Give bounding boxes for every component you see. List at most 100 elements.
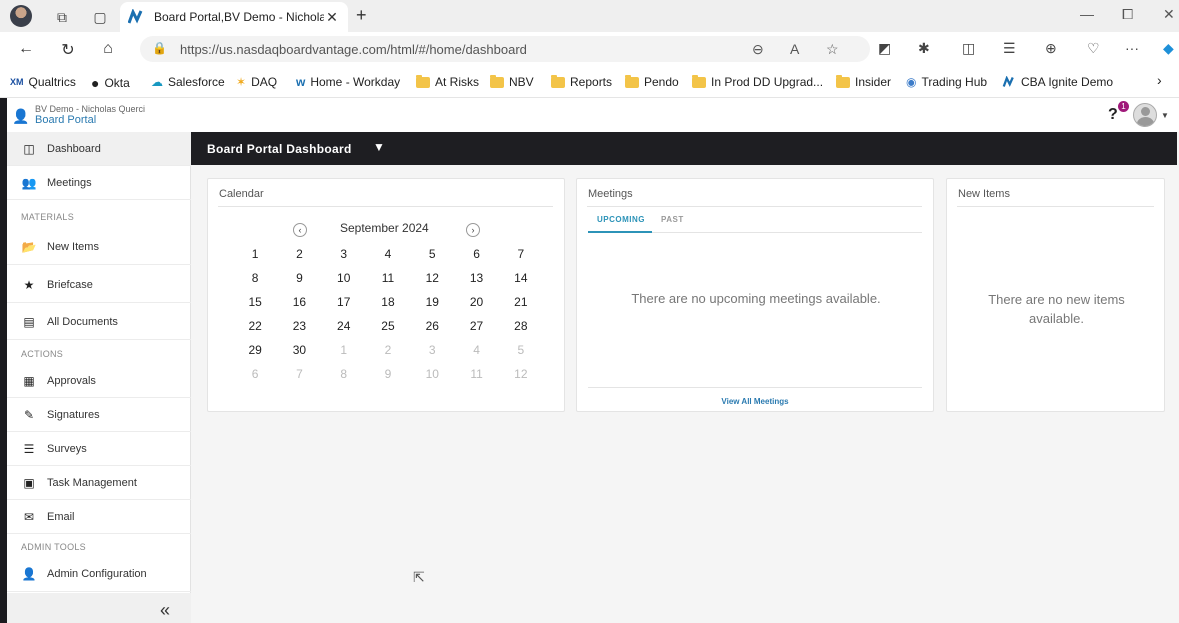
sidebar-item-admin-configuration[interactable]: 👤 Admin Configuration	[7, 556, 191, 592]
calendar-day[interactable]: 24	[322, 317, 366, 341]
new-tab-icon[interactable]: +	[356, 5, 367, 26]
calendar-day[interactable]: 15	[233, 293, 277, 317]
sidebar-item-briefcase[interactable]: ★ Briefcase	[7, 267, 191, 303]
zoom-icon[interactable]: ⊖	[752, 41, 764, 58]
collapse-sidebar-icon[interactable]: «	[160, 600, 170, 621]
calendar-day[interactable]: 27	[454, 317, 498, 341]
calendar-day[interactable]: 14	[499, 269, 543, 293]
calendar-day[interactable]: 8	[233, 269, 277, 293]
url-text[interactable]: https://us.nasdaqboardvantage.com/html/#…	[180, 42, 527, 57]
calendar-day[interactable]: 22	[233, 317, 277, 341]
minimize-icon[interactable]: —	[1080, 6, 1094, 22]
restore-icon[interactable]: ⧠	[1122, 6, 1133, 23]
copilot-icon[interactable]: ◆	[1163, 40, 1174, 57]
calendar-day[interactable]: 10	[410, 365, 454, 389]
back-icon[interactable]: ←	[16, 40, 36, 58]
browser-profile-avatar[interactable]	[10, 5, 32, 27]
heartbeat-icon[interactable]: ♡	[1087, 40, 1100, 57]
next-month-icon[interactable]: ›	[466, 223, 480, 237]
calendar-day[interactable]: 2	[277, 245, 321, 269]
calendar-day[interactable]: 3	[322, 245, 366, 269]
calendar-day[interactable]: 19	[410, 293, 454, 317]
portal-name[interactable]: Board Portal	[35, 114, 96, 126]
bookmark-qualtrics[interactable]: XM Qualtrics	[10, 75, 76, 89]
sidebar-item-signatures[interactable]: ✎ Signatures	[7, 398, 191, 432]
calendar-day[interactable]: 8	[322, 365, 366, 389]
calendar-day[interactable]: 6	[233, 365, 277, 389]
calendar-day[interactable]: 29	[233, 341, 277, 365]
calendar-day[interactable]: 10	[322, 269, 366, 293]
collections-icon[interactable]: ⊕	[1045, 40, 1057, 57]
bookmark-reports[interactable]: Reports	[551, 74, 612, 89]
bookmark-trading-hub[interactable]: ◉ Trading Hub	[906, 75, 987, 89]
sidebar-item-approvals[interactable]: ▦ Approvals	[7, 364, 191, 398]
tab-past[interactable]: PAST	[661, 215, 684, 224]
bookmark-cba-ignite[interactable]: CBA Ignite Demo	[1002, 75, 1113, 89]
bookmark-okta[interactable]: ● Okta	[91, 75, 130, 91]
calendar-day[interactable]: 17	[322, 293, 366, 317]
view-all-meetings-link[interactable]: View All Meetings	[577, 397, 933, 406]
help-icon[interactable]: ?	[1108, 106, 1118, 124]
bookmark-at-risks[interactable]: At Risks	[416, 74, 479, 89]
calendar-day[interactable]: 9	[277, 269, 321, 293]
calendar-day[interactable]: 13	[454, 269, 498, 293]
read-aloud-icon[interactable]: A	[790, 41, 799, 57]
sidebar-item-dashboard[interactable]: ◫ Dashboard	[7, 132, 191, 166]
calendar-day[interactable]: 5	[499, 341, 543, 365]
calendar-day[interactable]: 5	[410, 245, 454, 269]
calendar-day[interactable]: 2	[366, 341, 410, 365]
sidebar-item-surveys[interactable]: ☰ Surveys	[7, 432, 191, 466]
calendar-day[interactable]: 9	[366, 365, 410, 389]
user-icon[interactable]: 👤	[12, 108, 29, 125]
address-bar[interactable]: 🔒 https://us.nasdaqboardvantage.com/html…	[140, 36, 870, 62]
bookmark-in-prod-dd[interactable]: In Prod DD Upgrad...	[692, 74, 823, 89]
calendar-day[interactable]: 6	[454, 245, 498, 269]
home-icon[interactable]: ⌂	[98, 40, 118, 58]
calendar-day[interactable]: 12	[410, 269, 454, 293]
calendar-day[interactable]: 21	[499, 293, 543, 317]
lock-icon[interactable]: 🔒	[152, 41, 167, 55]
calendar-day[interactable]: 4	[454, 341, 498, 365]
calendar-day[interactable]: 16	[277, 293, 321, 317]
calendar-day[interactable]: 12	[499, 365, 543, 389]
prev-month-icon[interactable]: ‹	[293, 223, 307, 237]
favorites-icon[interactable]: ☰	[1003, 40, 1016, 57]
close-window-icon[interactable]: ✕	[1163, 6, 1175, 23]
calendar-day[interactable]: 18	[366, 293, 410, 317]
calendar-day[interactable]: 20	[454, 293, 498, 317]
sidebar-item-email[interactable]: ✉ Email	[7, 500, 191, 534]
calendar-day[interactable]: 11	[366, 269, 410, 293]
bookmark-nbv[interactable]: NBV	[490, 74, 534, 89]
favorite-star-icon[interactable]: ☆	[826, 41, 839, 58]
calendar-day[interactable]: 25	[366, 317, 410, 341]
sidebar-item-all-documents[interactable]: ▤ All Documents	[7, 304, 191, 340]
workspaces-icon[interactable]: ⧉	[51, 6, 73, 28]
extension-1-icon[interactable]: ◩	[878, 40, 891, 57]
bookmarks-overflow-icon[interactable]: ›	[1157, 72, 1162, 88]
profile-caret-icon[interactable]: ▼	[1161, 111, 1169, 120]
bookmark-workday[interactable]: w Home - Workday	[296, 75, 400, 89]
calendar-day[interactable]: 1	[322, 341, 366, 365]
bookmark-daq[interactable]: ✶ DAQ	[236, 75, 277, 89]
calendar-day[interactable]: 23	[277, 317, 321, 341]
calendar-day[interactable]: 4	[366, 245, 410, 269]
refresh-icon[interactable]: ↻	[58, 40, 78, 60]
calendar-day[interactable]: 7	[277, 365, 321, 389]
calendar-day[interactable]: 30	[277, 341, 321, 365]
calendar-day[interactable]: 3	[410, 341, 454, 365]
sidebar-item-meetings[interactable]: 👥 Meetings	[7, 166, 191, 200]
tab-upcoming[interactable]: UPCOMING	[597, 215, 645, 224]
profile-avatar[interactable]	[1133, 103, 1157, 127]
bookmark-salesforce[interactable]: ☁ Salesforce	[151, 75, 225, 89]
sidebar-item-new-items[interactable]: 📂 New Items	[7, 229, 191, 265]
calendar-day[interactable]: 7	[499, 245, 543, 269]
dashboard-dropdown-icon[interactable]: ▼	[373, 140, 385, 154]
calendar-day[interactable]: 26	[410, 317, 454, 341]
browser-tab-active[interactable]: Board Portal,BV Demo - Nicholas ✕	[120, 2, 348, 32]
sidebar-item-task-management[interactable]: ▣ Task Management	[7, 466, 191, 500]
split-screen-icon[interactable]: ◫	[962, 40, 975, 57]
extensions-puzzle-icon[interactable]: ✱	[918, 40, 930, 57]
calendar-day[interactable]: 11	[454, 365, 498, 389]
dashboard-title[interactable]: Board Portal Dashboard	[207, 142, 352, 156]
calendar-day[interactable]: 28	[499, 317, 543, 341]
